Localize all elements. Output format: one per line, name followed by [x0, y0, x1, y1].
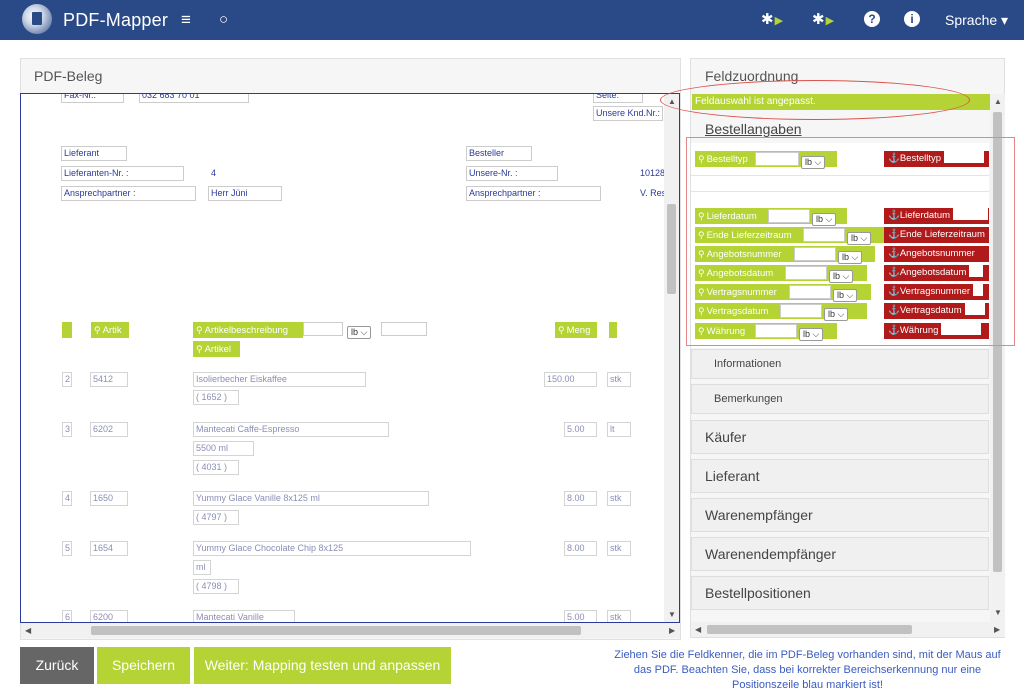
top-navbar: PDF-Mapper ≡ ○ ✱▶ ✱▶ ? i Sprache ▾ — [0, 0, 1024, 40]
column-tag-artikelbeschreibung[interactable]: ⚲ Artikelbeschreibung — [193, 322, 303, 338]
row-code: ( 1652 ) — [193, 390, 239, 405]
help-icon[interactable]: ? — [864, 11, 880, 27]
pdf-field: 032 683 70 01 — [139, 94, 249, 103]
row-qty: 8.00 — [564, 491, 597, 506]
pdf-field: Unsere Knd.Nr.: — [593, 106, 663, 121]
section-lieferant[interactable]: Lieferant — [691, 459, 989, 493]
row-qty: 8.00 — [564, 541, 597, 556]
column-input[interactable] — [381, 322, 427, 336]
column-tag[interactable] — [62, 322, 72, 338]
row-qty: 5.00 — [564, 610, 597, 622]
row-unit: stk — [607, 610, 631, 622]
pdf-viewer[interactable]: Fax-Nr.: 032 683 70 01 Seite: Unsere Knd… — [20, 93, 680, 623]
row-code: ( 4031 ) — [193, 460, 239, 475]
row-pos: 6 — [62, 610, 72, 622]
section-bestellangaben[interactable]: Bestellangaben — [705, 121, 802, 137]
highlight-box — [686, 137, 1015, 346]
scroll-thumb[interactable] — [91, 626, 581, 635]
row-code: ( 4798 ) — [193, 579, 239, 594]
pdf-field: 4 — [208, 166, 228, 181]
row-unit: stk — [607, 541, 631, 556]
pdf-field: Besteller — [466, 146, 532, 161]
column-tag[interactable] — [609, 322, 617, 338]
column-tag-artikel[interactable]: ⚲ Artik — [91, 322, 129, 338]
hint-text: Ziehen Sie die Feldkenner, die im PDF-Be… — [614, 649, 1001, 691]
section-kaeufer[interactable]: Käufer — [691, 420, 989, 454]
row-pos: 4 — [62, 491, 72, 506]
pdf-field: Herr Jüni — [208, 186, 282, 201]
subsection-informationen[interactable]: Informationen — [691, 349, 989, 379]
link-icon: ⚲ — [196, 325, 203, 335]
language-dropdown[interactable]: Sprache ▾ — [945, 12, 1008, 29]
link-icon: ⚲ — [196, 344, 203, 354]
app-title: PDF-Mapper — [63, 10, 169, 30]
row-code: ( 4797 ) — [193, 510, 239, 525]
save-button[interactable]: Speichern — [97, 647, 190, 684]
back-button[interactable]: Zurück — [20, 647, 94, 684]
pdf-field: Ansprechpartner : — [466, 186, 601, 201]
row-unit: stk — [607, 491, 631, 506]
link-icon: ⚲ — [558, 325, 565, 335]
row-nr: 1650 — [90, 491, 128, 506]
scroll-thumb[interactable] — [707, 625, 912, 634]
menu-icon[interactable]: ≡ — [181, 11, 191, 29]
gears-play-icon[interactable]: ✱▶ — [812, 11, 834, 30]
subsection-bemerkungen[interactable]: Bemerkungen — [691, 384, 989, 414]
section-warenempfaenger[interactable]: Warenempfänger — [691, 498, 989, 532]
row-nr: 1654 — [90, 541, 128, 556]
row-pos: 3 — [62, 422, 72, 437]
column-tag-menge[interactable]: ⚲ Meng — [555, 322, 597, 338]
column-input[interactable] — [303, 322, 343, 336]
row-nr: 5412 — [90, 372, 128, 387]
row-nr: 6202 — [90, 422, 128, 437]
row-pos: 5 — [62, 541, 72, 556]
pdf-field: Ansprechpartner : — [61, 186, 196, 201]
pdf-horizontal-scrollbar[interactable]: ◀ ▶ — [21, 623, 680, 638]
column-tag-artikel[interactable]: ⚲ Artikel — [193, 341, 240, 357]
row-desc2: ml — [193, 560, 211, 575]
pdf-field: Lieferanten-Nr. : — [61, 166, 184, 181]
mapping-horizontal-scrollbar[interactable]: ◀ ▶ — [691, 622, 1005, 637]
pdf-field: Lieferant — [61, 146, 127, 161]
row-unit: lt — [607, 422, 631, 437]
pdf-field: Seite: — [593, 94, 643, 103]
pdf-vertical-scrollbar[interactable]: ▲ ▼ — [664, 94, 679, 622]
link-icon: ⚲ — [94, 325, 101, 335]
row-nr: 6200 — [90, 610, 128, 622]
pdf-panel-title: PDF-Beleg — [34, 68, 103, 84]
section-warenendempfaenger[interactable]: Warenendempfänger — [691, 537, 989, 571]
app-logo-icon[interactable] — [22, 4, 52, 34]
scroll-thumb[interactable] — [667, 204, 676, 294]
next-test-mapping-button[interactable]: Weiter: Mapping testen und anpassen — [194, 647, 451, 684]
row-desc: Yummy Glace Chocolate Chip 8x125 — [193, 541, 471, 556]
row-desc: Isolierbecher Eiskaffee — [193, 372, 366, 387]
chat-bubble-icon[interactable]: ○ — [219, 11, 228, 29]
pdf-field: Fax-Nr.: — [61, 94, 124, 103]
row-unit: stk — [607, 372, 631, 387]
row-desc: Mantecati Caffe-Espresso — [193, 422, 389, 437]
info-icon[interactable]: i — [904, 11, 920, 27]
row-qty: 150.00 — [544, 372, 597, 387]
gear-play-icon[interactable]: ✱▶ — [761, 11, 783, 30]
row-qty: 5.00 — [564, 422, 597, 437]
row-desc2: 5500 ml — [193, 441, 254, 456]
row-desc: Mantecati Vanille — [193, 610, 295, 622]
row-desc: Yummy Glace Vanille 8x125 ml — [193, 491, 429, 506]
row-pos: 2 — [62, 372, 72, 387]
highlight-ellipse — [660, 80, 970, 120]
column-select[interactable]: lb ⌵ — [345, 323, 372, 341]
pdf-field: Unsere-Nr. : — [466, 166, 558, 181]
section-bestellpositionen[interactable]: Bestellpositionen — [691, 576, 989, 610]
